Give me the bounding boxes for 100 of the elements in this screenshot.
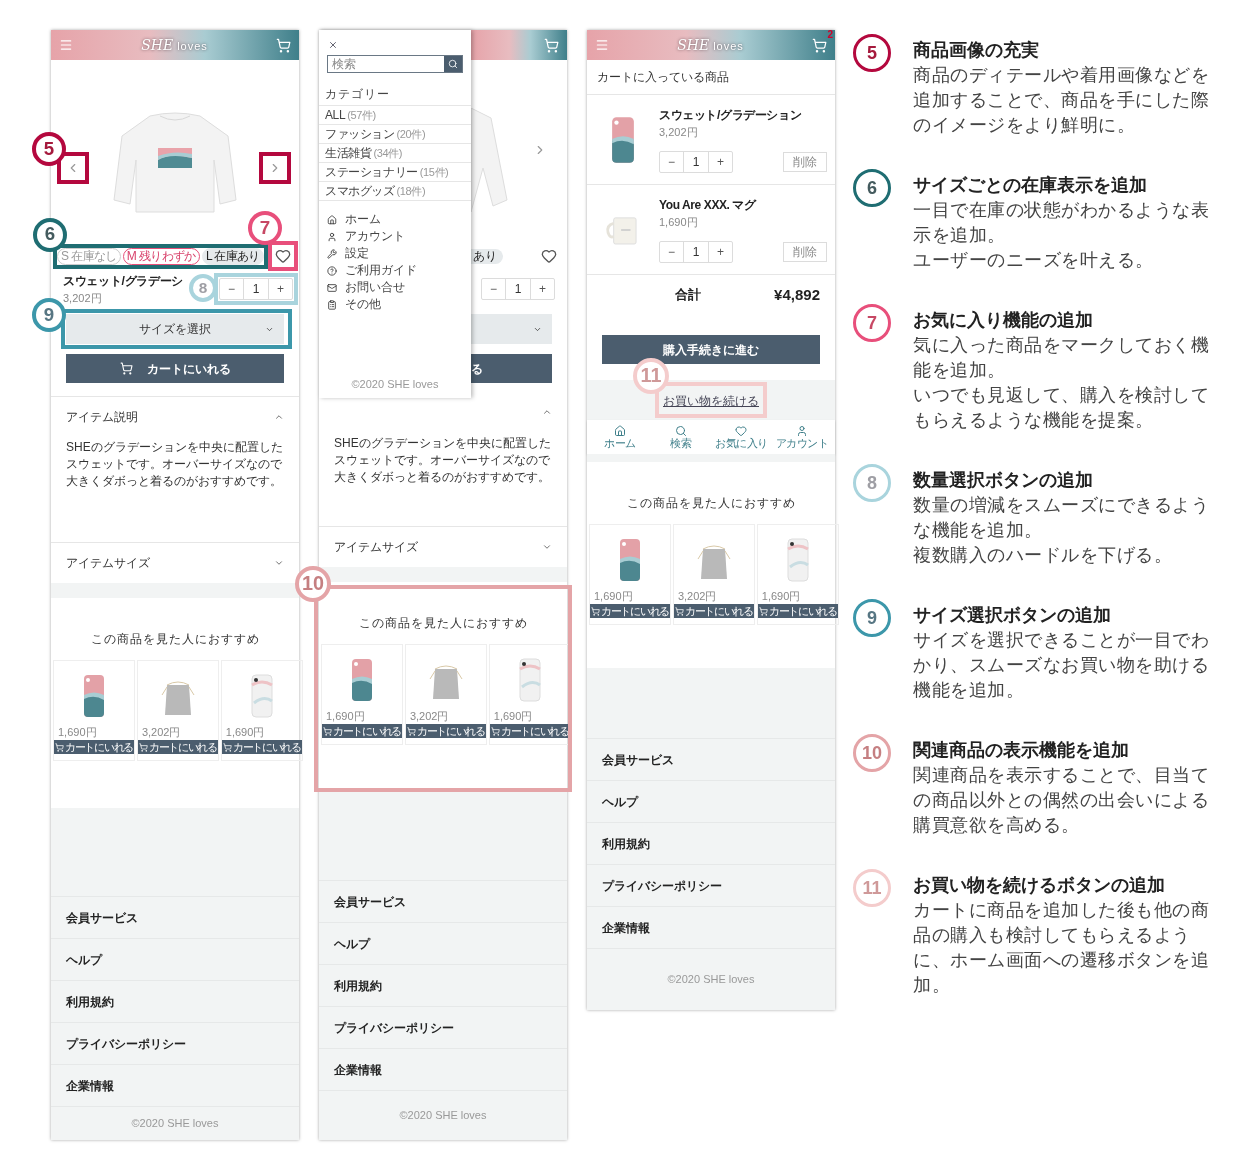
add-to-cart-button[interactable]: カートにいれる — [405, 724, 486, 738]
add-to-cart-button[interactable]: カートにいれる — [66, 354, 284, 383]
decrease-button[interactable]: − — [482, 279, 506, 299]
cart-icon — [674, 606, 684, 616]
decrease-button[interactable]: − — [660, 241, 684, 262]
copyright-text: ©2020 SHE loves — [131, 1116, 219, 1132]
product-card[interactable]: 1,690円 カートにいれる — [589, 524, 671, 625]
annotation-title: お買い物を続けるボタンの追加 — [913, 874, 1166, 897]
decrease-button[interactable]: − — [220, 279, 244, 299]
product-card[interactable]: 1,690円 カートにいれる — [321, 644, 403, 745]
product-card[interactable]: 1,690円 カートにいれる — [53, 660, 135, 761]
add-to-cart-button[interactable]: カートにいれる — [590, 604, 670, 618]
add-to-cart-button[interactable]: る — [471, 354, 552, 383]
product-card[interactable]: 3,202円 カートにいれる — [404, 644, 487, 745]
increase-button[interactable]: + — [708, 151, 732, 172]
product-price: 3,202円 — [409, 709, 449, 723]
add-to-cart-button[interactable]: カートにいれる — [757, 604, 838, 618]
annotation-text: 関連商品を表示することで、目当ての商品以外との偶然の出会いによる購買意欲を高める。 — [913, 764, 1210, 837]
favorite-icon[interactable] — [541, 248, 557, 264]
add-to-cart-button[interactable]: カートにいれる — [322, 724, 402, 738]
size-select[interactable]: サイズを選択 — [66, 314, 284, 344]
menu-link[interactable]: アカウント — [319, 228, 471, 245]
product-price: 1,690円 — [326, 709, 365, 723]
account-icon — [795, 424, 808, 437]
annotation-title: お気に入り機能の追加 — [913, 309, 1094, 332]
number-badge: 7 — [247, 211, 282, 245]
footer-link[interactable]: プライバシーポリシー — [587, 864, 835, 906]
footer-link[interactable]: プライバシーポリシー — [51, 1022, 299, 1064]
cart-icon[interactable] — [544, 37, 559, 53]
quantity-value: 1 — [513, 281, 523, 298]
increase-button[interactable]: + — [268, 279, 292, 299]
section-title: この商品を見た人におすすめ — [358, 615, 528, 632]
item-name: You Are XXX. マグ — [659, 197, 758, 215]
decrease-button[interactable]: − — [660, 151, 684, 172]
logo-mark: SHE — [141, 38, 174, 52]
footer-link[interactable]: ヘルプ — [51, 938, 299, 980]
add-to-cart-button[interactable]: カートにいれる — [137, 740, 218, 754]
item-price: 3,202円 — [659, 125, 699, 141]
menu-link[interactable]: ご利用ガイド — [319, 262, 471, 279]
increase-button[interactable]: + — [708, 241, 732, 262]
remove-button[interactable]: 削除 — [783, 151, 827, 172]
menu-link[interactable]: 設定 — [319, 245, 471, 262]
other-icon — [327, 299, 337, 310]
add-to-cart-button[interactable]: カートにいれる — [54, 740, 134, 754]
footer-link[interactable]: 企業情報 — [51, 1064, 299, 1106]
menu-link[interactable]: お問い合せ — [319, 279, 471, 296]
category-item[interactable]: ALL (57件) — [319, 105, 471, 124]
description-text: SHEのグラデーションを中央に配置したスウェットです。オーバーサイズなので大きくダボっと着るのがおすすめです。 — [334, 435, 552, 486]
footer-link[interactable]: ヘルプ — [319, 922, 567, 964]
quantity-value: 1 — [691, 153, 701, 171]
nav-item[interactable]: アカウント — [772, 424, 831, 450]
nav-item[interactable]: ホーム — [591, 424, 649, 450]
search-field[interactable]: 検索 — [327, 55, 463, 73]
checkout-button[interactable]: 購入手続きに進む — [602, 335, 820, 364]
footer-link[interactable]: 会員サービス — [319, 880, 567, 922]
close-icon[interactable] — [328, 40, 338, 50]
cart-icon — [323, 726, 332, 736]
cart-icon[interactable] — [276, 37, 291, 53]
footer-link[interactable]: 会員サービス — [51, 896, 299, 938]
footer-link[interactable]: 会員サービス — [587, 738, 835, 780]
search-input[interactable]: 検索 — [328, 56, 444, 72]
footer-link[interactable]: プライバシーポリシー — [319, 1006, 567, 1048]
product-card[interactable]: 1,690円 カートにいれる — [220, 660, 303, 761]
accordion-header[interactable]: アイテム説明 — [51, 397, 299, 437]
footer-link[interactable]: 企業情報 — [587, 906, 835, 948]
nav-item[interactable]: 検索 — [651, 424, 710, 450]
accordion-title: アイテム説明 — [66, 409, 138, 426]
accordion-header[interactable]: アイテムサイズ — [319, 527, 567, 567]
cart-icon[interactable] — [812, 37, 827, 53]
logo-mark: SHE — [677, 38, 710, 52]
annotation-text: 数量の増減をスムーズにできるような機能を追加。 — [913, 494, 1210, 542]
product-card[interactable]: 3,202円 カートにいれる — [136, 660, 219, 761]
product-price: 1,690円 — [225, 725, 265, 739]
footer-link[interactable]: ヘルプ — [587, 780, 835, 822]
add-to-cart-button[interactable]: カートにいれる — [221, 740, 302, 754]
footer-link[interactable]: 利用規約 — [587, 822, 835, 864]
footer-link[interactable]: 利用規約 — [319, 964, 567, 1006]
copyright-text: ©2020 SHE loves — [667, 972, 755, 988]
accordion-header[interactable]: アイテムサイズ — [51, 543, 299, 583]
annotation-title: 関連商品の表示機能を追加 — [913, 739, 1130, 762]
remove-button[interactable]: 削除 — [783, 241, 827, 262]
add-to-cart-button[interactable]: カートにいれる — [489, 724, 570, 738]
quantity-value: 1 — [251, 281, 261, 298]
product-card[interactable]: 1,690円 カートにいれる — [488, 644, 571, 745]
menu-link[interactable]: ホーム — [319, 211, 471, 228]
add-to-cart-button[interactable]: カートにいれる — [673, 604, 754, 618]
menu-link[interactable]: その他 — [319, 296, 471, 313]
footer-link[interactable]: 利用規約 — [51, 980, 299, 1022]
section-title: カートに入っている商品 — [597, 69, 729, 86]
continue-shopping-link[interactable]: お買い物を続ける — [663, 394, 759, 408]
category-name: スマホグッズ — [325, 183, 395, 200]
search-button[interactable] — [444, 56, 462, 72]
product-card[interactable]: 1,690円 カートにいれる — [756, 524, 839, 625]
nav-item[interactable]: お気に入り — [712, 424, 771, 450]
account-icon — [327, 231, 337, 242]
increase-button[interactable]: + — [530, 279, 554, 299]
number-badge: 10 — [295, 566, 331, 602]
product-price: 1,690円 — [493, 709, 533, 723]
footer-link[interactable]: 企業情報 — [319, 1048, 567, 1090]
product-card[interactable]: 3,202円 カートにいれる — [672, 524, 755, 625]
